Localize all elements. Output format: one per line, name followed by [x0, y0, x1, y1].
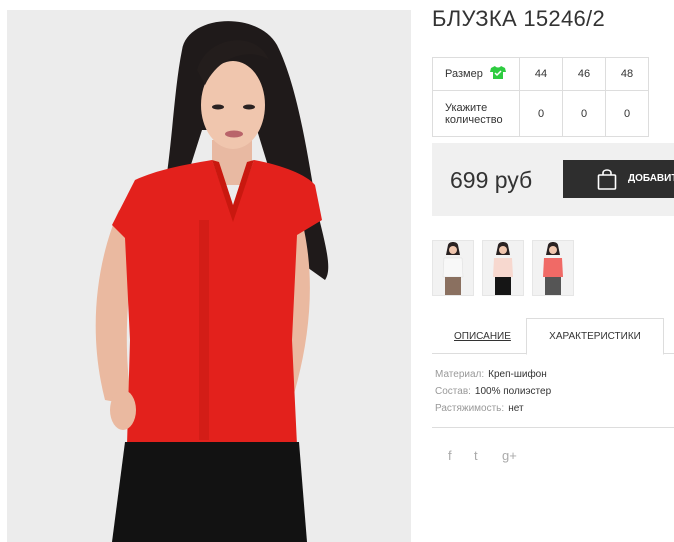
facebook-icon[interactable]: f — [448, 448, 452, 463]
spec-row-material: Материал: Креп-шифон — [435, 369, 551, 386]
quantity-input-46[interactable]: 0 — [562, 90, 606, 137]
quantity-label-cell: Укажите количество — [432, 90, 520, 137]
spec-key: Состав: — [435, 386, 471, 397]
quantity-input-48[interactable]: 0 — [605, 90, 649, 137]
social-divider — [432, 427, 674, 428]
product-main-image[interactable] — [7, 10, 411, 542]
quantity-label-line1: Укажите — [445, 101, 488, 114]
spec-value: 100% полиэстер — [474, 386, 552, 397]
spec-value: Креп-шифон — [488, 369, 547, 380]
size-label: Размер — [445, 67, 483, 80]
spec-row-composition: Состав: 100% полиэстер — [435, 386, 551, 403]
quantity-input-44[interactable]: 0 — [519, 90, 563, 137]
size-chart-icon[interactable] — [489, 66, 506, 82]
add-to-cart-label: ДОБАВИТЬ — [628, 173, 674, 184]
size-44: 44 — [519, 57, 563, 91]
twitter-icon[interactable]: t — [474, 448, 478, 463]
size-46: 46 — [562, 57, 606, 91]
product-tabs: ОПИСАНИЕ ХАРАКТЕРИСТИКИ — [432, 318, 674, 355]
google-plus-icon[interactable]: g+ — [502, 448, 517, 463]
price-bar: 699 руб ДОБАВИТЬ — [432, 143, 674, 216]
thumbnail-coral-blouse[interactable] — [532, 240, 574, 296]
tab-characteristics[interactable]: ХАРАКТЕРИСТИКИ — [526, 318, 664, 355]
spec-key: Материал: — [435, 369, 485, 380]
tab-description[interactable]: ОПИСАНИЕ — [454, 331, 511, 342]
add-to-cart-button[interactable]: ДОБАВИТЬ — [563, 160, 674, 198]
spec-key: Растяжимость: — [435, 403, 505, 414]
size-quantity-table: Размер 44 46 48 Укажите количество 0 0 0 — [432, 57, 649, 137]
thumbnail-pink-blouse[interactable] — [482, 240, 524, 296]
product-title: БЛУЗКА 15246/2 — [432, 6, 605, 31]
shopping-bag-icon — [597, 168, 617, 193]
characteristics-list: Материал: Креп-шифон Состав: 100% полиэсте… — [435, 369, 551, 420]
quantity-label-line2: количество — [445, 113, 503, 126]
thumbnail-white-blouse[interactable] — [432, 240, 474, 296]
spec-value: нет — [508, 403, 524, 414]
size-48: 48 — [605, 57, 649, 91]
product-price: 699 руб — [450, 167, 533, 193]
size-label-cell: Размер — [432, 57, 520, 91]
spec-row-stretch: Растяжимость: нет — [435, 403, 551, 420]
